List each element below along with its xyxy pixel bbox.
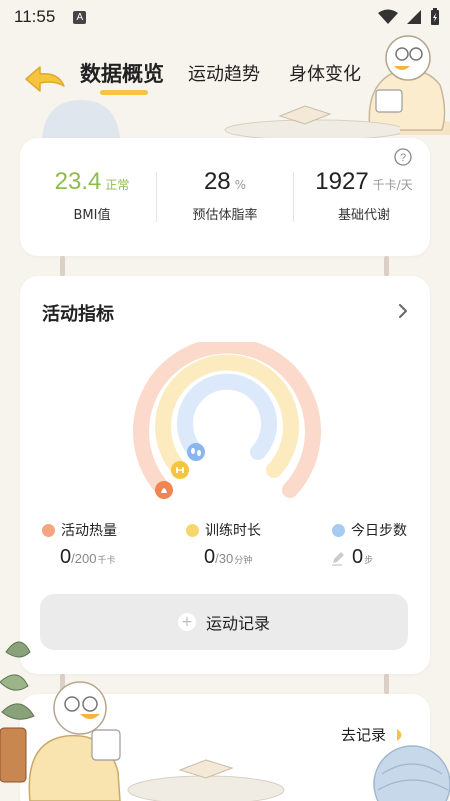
- divider: [156, 172, 157, 222]
- duration-dot: [186, 523, 199, 537]
- body-fat-metric: 28% 预估体脂率: [170, 168, 280, 223]
- divider: [293, 172, 294, 222]
- activity-title: 活动指标: [42, 304, 114, 325]
- arrow-right-icon: [397, 728, 402, 741]
- calorie-current: 0: [60, 546, 72, 568]
- body-metrics-card: ? 23.4 正常 BMI值 28% 预估体脂率 1927 千卡/天 基础代谢: [20, 138, 430, 256]
- steps-progress: 0 步: [330, 546, 373, 569]
- body-fat-value: 28: [203, 168, 231, 195]
- tab-data-overview[interactable]: 数据概览: [80, 58, 164, 88]
- battery-icon: [431, 8, 439, 25]
- bmi-value: 23.4: [54, 168, 102, 195]
- body-fat-unit: %: [234, 178, 247, 192]
- tab-exercise-trend[interactable]: 运动趋势: [188, 60, 260, 86]
- duck-with-plant-illustration: [0, 641, 121, 801]
- table-illustration: [224, 105, 400, 140]
- hanging-string: [60, 256, 65, 276]
- steps-ring: [177, 373, 277, 460]
- signal-icon: [407, 10, 421, 24]
- body-fat-label: 预估体脂率: [192, 208, 258, 223]
- bmi-metric: 23.4 正常 BMI值: [42, 168, 142, 223]
- calorie-dot: [42, 523, 55, 537]
- bmr-label: 基础代谢: [337, 208, 390, 223]
- hanging-string: [384, 256, 389, 276]
- hanging-string: [384, 674, 389, 694]
- legend-label: 活动热量: [61, 523, 117, 539]
- bmr-unit: 千卡/天: [372, 178, 413, 192]
- activity-card: 活动指标 活动热量 训练时长 今日步数 0 /200 千卡 0 /30 分钟 0…: [20, 276, 430, 674]
- activity-rings-chart: [133, 342, 321, 499]
- legend-label: 训练时长: [205, 523, 261, 539]
- notification-a-icon: A: [73, 10, 87, 24]
- legend-steps: 今日步数: [332, 520, 407, 540]
- bmr-value: 1927: [315, 168, 369, 195]
- bmi-label: BMI值: [73, 208, 111, 223]
- help-icon[interactable]: ?: [394, 148, 412, 166]
- steps-current: 0: [352, 546, 364, 568]
- bmi-status: 正常: [105, 178, 130, 192]
- exercise-record-label: 运动记录: [205, 614, 270, 633]
- calorie-progress: 0 /200 千卡: [60, 546, 115, 569]
- tab-body-change[interactable]: 身体变化: [289, 60, 361, 86]
- back-arrow-icon[interactable]: [24, 64, 68, 94]
- status-bar: 11:55 A: [0, 0, 450, 34]
- edit-pencil-icon[interactable]: [330, 550, 346, 566]
- active-tab-indicator: [100, 90, 148, 95]
- bmr-metric: 1927 千卡/天 基础代谢: [302, 168, 426, 223]
- status-time: 11:55: [14, 7, 56, 26]
- status-icons: [378, 8, 440, 26]
- plus-icon: +: [177, 613, 196, 631]
- calorie-unit: 千卡: [97, 556, 116, 566]
- duration-progress: 0 /30 分钟: [204, 546, 252, 569]
- steps-dot: [332, 523, 345, 537]
- blue-ball-illustration: [42, 100, 120, 138]
- calorie-target: /200: [71, 551, 97, 566]
- legend-duration: 训练时长: [186, 520, 261, 540]
- legend-calories: 活动热量: [42, 520, 117, 540]
- duration-current: 0: [204, 546, 216, 568]
- duration-unit: 分钟: [234, 556, 253, 566]
- go-record-link[interactable]: 去记录: [341, 724, 408, 745]
- svg-text:?: ?: [400, 152, 406, 164]
- steps-unit: 步: [364, 556, 374, 566]
- chevron-right-icon[interactable]: [396, 302, 410, 320]
- table-book-illustration: [127, 759, 285, 801]
- steps-ring-icon: [187, 443, 205, 461]
- go-record-label: 去记录: [340, 726, 386, 744]
- blue-ball-illustration: [373, 745, 450, 801]
- duration-target: /30: [215, 551, 234, 566]
- wifi-icon: [378, 9, 398, 24]
- legend-label: 今日步数: [351, 523, 407, 539]
- top-nav: 数据概览 运动趋势 身体变化: [0, 50, 450, 100]
